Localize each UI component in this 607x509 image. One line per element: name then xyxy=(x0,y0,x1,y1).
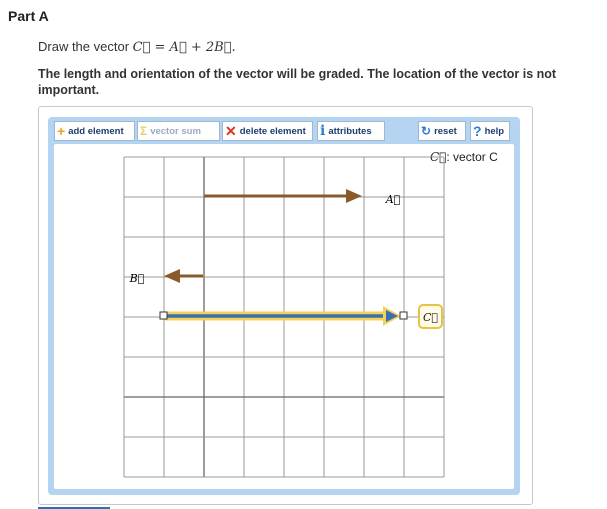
vector-c[interactable] xyxy=(164,306,401,326)
vector-c-label: C⃗ xyxy=(423,311,438,324)
vector-c-head-handle[interactable] xyxy=(399,311,408,320)
vector-c-tail-handle[interactable] xyxy=(159,311,168,320)
vector-grid: A⃗ B⃗ C⃗ xyxy=(123,156,445,478)
vector-b-label: B⃗ xyxy=(129,272,145,285)
vector-a-label: A⃗ xyxy=(385,193,401,206)
vector-a[interactable] xyxy=(204,189,362,203)
vector-b[interactable] xyxy=(164,269,203,283)
